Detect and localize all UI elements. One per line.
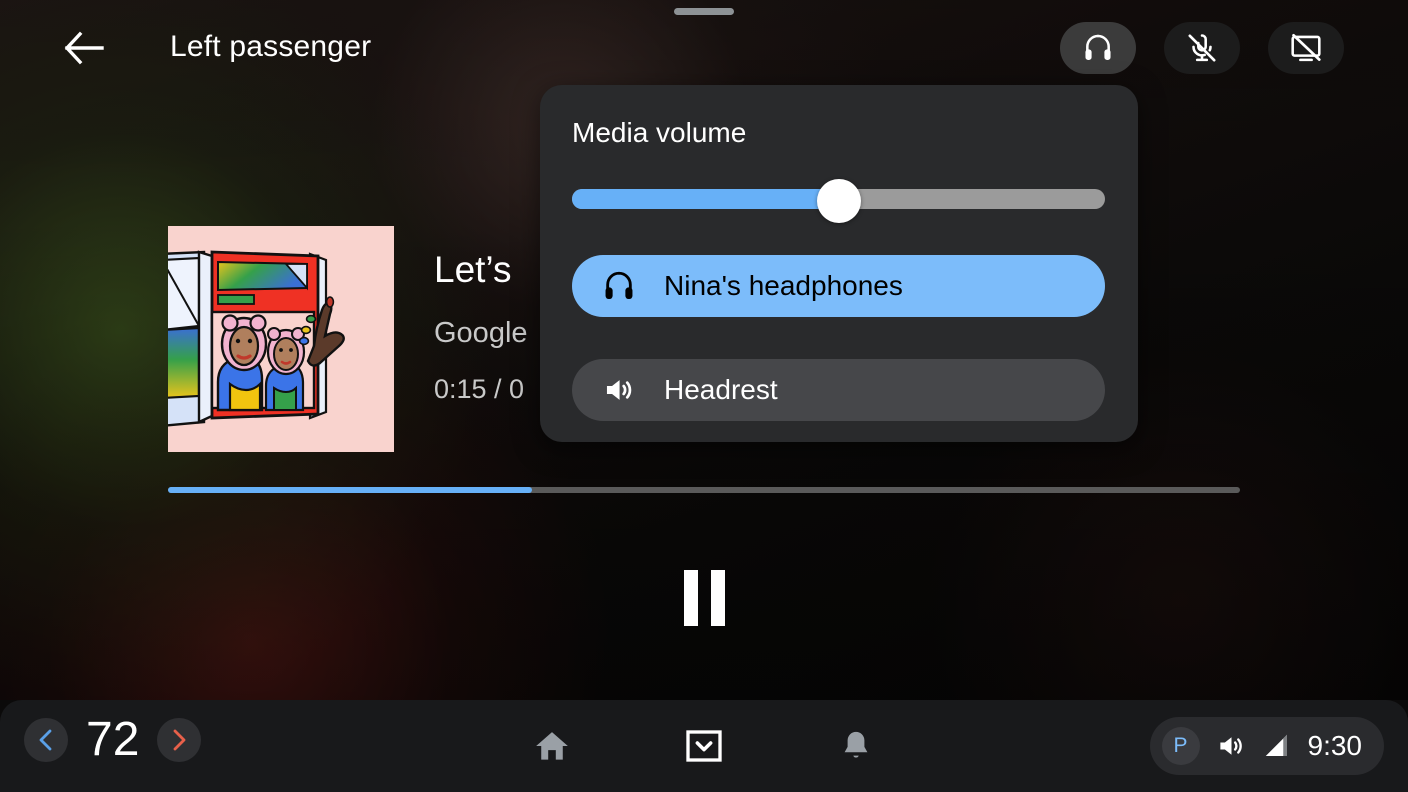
device-label: Nina's headphones	[664, 270, 903, 301]
clock-time: 9:30	[1307, 730, 1363, 761]
headphones-icon	[1085, 34, 1111, 60]
media-screen: Left passenger Let’s Google 0:15 / 0 Med…	[0, 0, 1408, 792]
screen-off-toggle-button[interactable]	[1268, 22, 1344, 74]
nav-app-grid-button[interactable]	[679, 721, 729, 771]
speaker-icon[interactable]	[1216, 731, 1246, 761]
pause-bar-left	[683, 570, 698, 626]
nav-home-button[interactable]	[527, 721, 577, 771]
device-label: Headrest	[664, 374, 778, 405]
bell-icon	[844, 731, 868, 758]
temperature-control: 72	[24, 713, 202, 766]
signal-bars-icon	[1265, 734, 1287, 756]
device-option-ninas-headphones[interactable]: Nina's headphones	[572, 255, 1105, 317]
media-volume-popup: Media volume Nina's headphones Headrest	[540, 85, 1138, 442]
home-icon	[536, 732, 568, 760]
temperature-increase-button[interactable]	[157, 718, 202, 762]
volume-popup-title: Media volume	[572, 117, 747, 148]
speaker-icon	[606, 380, 632, 400]
headphones-toggle-button[interactable]	[1060, 22, 1136, 74]
page-title: Left passenger	[170, 30, 372, 63]
screen-off-icon	[1291, 33, 1321, 62]
headphones-icon	[605, 271, 633, 300]
system-bottom-bar: 72 P 9:30	[0, 700, 1408, 792]
park-status-badge: P	[1161, 727, 1200, 765]
device-option-headrest[interactable]: Headrest	[572, 359, 1105, 421]
nav-notifications-button[interactable]	[831, 721, 881, 771]
back-arrow-icon	[64, 31, 104, 65]
chevron-left-icon	[39, 729, 52, 751]
top-bar: Left passenger	[0, 0, 1408, 96]
chevron-right-icon	[173, 729, 186, 751]
album-art	[168, 226, 394, 452]
back-button[interactable]	[58, 22, 110, 74]
chevron-down-boxed-icon	[686, 730, 722, 762]
pause-bar-right	[710, 570, 725, 626]
media-progress-bar[interactable]	[168, 487, 1240, 493]
slider-thumb[interactable]	[816, 179, 861, 223]
temperature-value: 72	[86, 713, 140, 766]
temperature-decrease-button[interactable]	[24, 718, 68, 762]
status-pill[interactable]: P 9:30	[1149, 717, 1384, 775]
pause-button[interactable]	[668, 566, 740, 630]
media-volume-slider[interactable]	[572, 179, 1105, 223]
mic-off-icon	[1188, 34, 1216, 62]
media-progress-fill	[168, 487, 533, 493]
mic-off-toggle-button[interactable]	[1164, 22, 1240, 74]
slider-fill	[572, 189, 839, 209]
album-art-magazine-illustration	[168, 226, 394, 452]
